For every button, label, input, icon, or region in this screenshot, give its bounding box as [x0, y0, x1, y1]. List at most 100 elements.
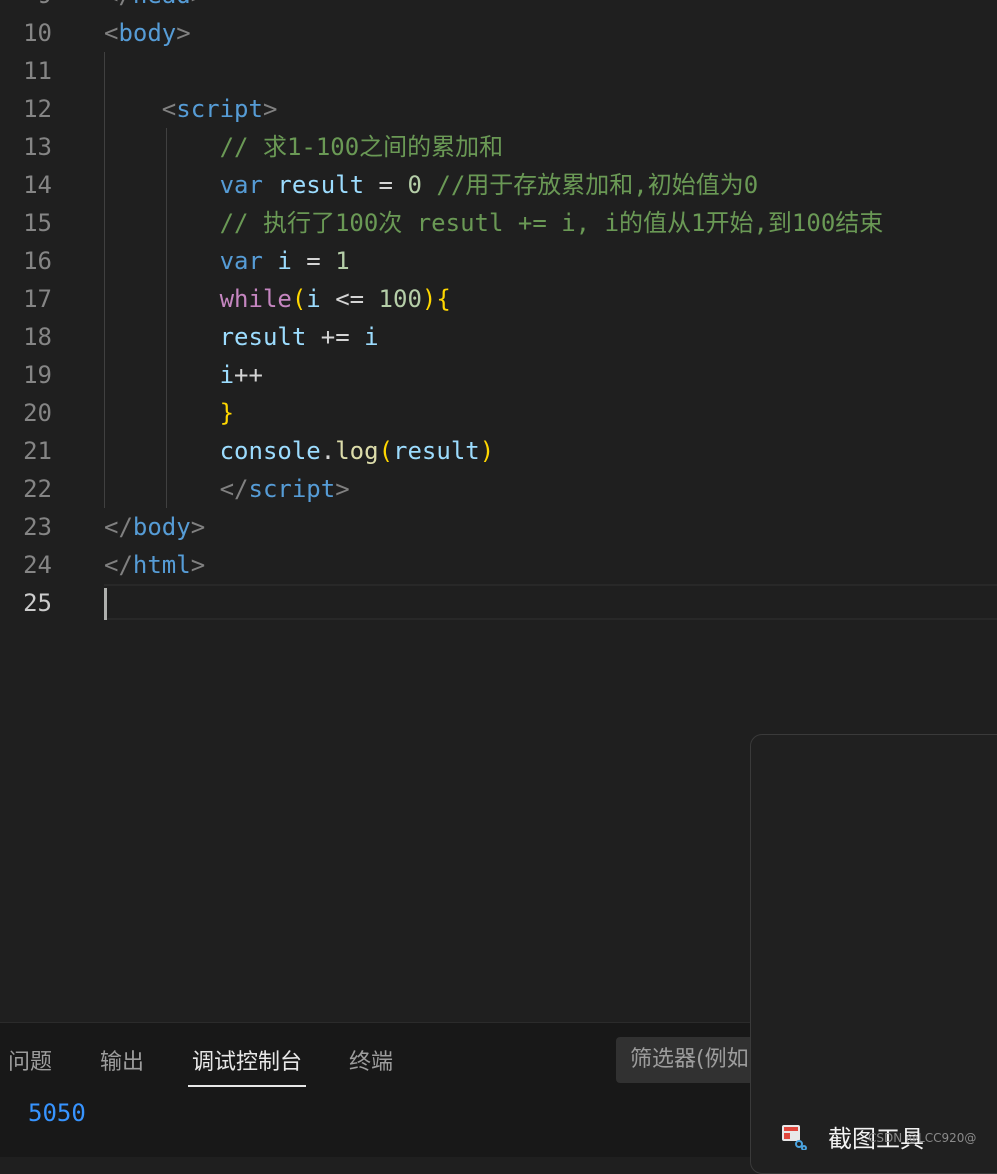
- tab-problems[interactable]: 问题: [8, 1045, 52, 1085]
- code-line[interactable]: 16 var i = 1: [0, 242, 997, 280]
- code-line[interactable]: 22 </script>: [0, 470, 997, 508]
- code-token: ): [421, 285, 437, 313]
- code-token: >: [176, 19, 191, 47]
- line-number: 11: [23, 57, 52, 85]
- code-token: =: [364, 171, 408, 199]
- code-text: </html>: [104, 546, 205, 584]
- line-number: 20: [23, 399, 52, 427]
- code-text: var i = 1: [104, 242, 350, 280]
- code-token: ): [479, 437, 495, 465]
- code-text: // 求1-100之间的累加和: [104, 128, 504, 166]
- code-token: >: [190, 513, 206, 541]
- code-line[interactable]: 20 }: [0, 394, 997, 432]
- snipping-tool-popup[interactable]: [750, 734, 997, 1174]
- code-token: i: [306, 285, 321, 313]
- code-line[interactable]: 10 <body>: [0, 14, 997, 52]
- code-line[interactable]: 13 // 求1-100之间的累加和: [0, 128, 997, 166]
- code-line[interactable]: 23 </body>: [0, 508, 997, 546]
- tab-debug-console[interactable]: 调试控制台: [188, 1045, 307, 1087]
- code-line[interactable]: 11: [0, 52, 997, 90]
- code-token: result: [219, 323, 307, 351]
- code-text: <script>: [104, 90, 278, 128]
- line-number: 13: [23, 133, 52, 161]
- code-line[interactable]: 9 </head>: [0, 0, 997, 14]
- code-token: html: [132, 551, 191, 579]
- line-number: 25: [23, 589, 52, 617]
- code-token: <=: [320, 285, 379, 313]
- tab-terminal[interactable]: 终端: [349, 1045, 393, 1085]
- line-number: 19: [23, 361, 52, 389]
- code-line[interactable]: 21 console.log(result): [0, 432, 997, 470]
- code-line[interactable]: 18 result += i: [0, 318, 997, 356]
- code-token: >: [335, 475, 350, 503]
- code-token: >: [190, 551, 206, 579]
- code-text: </body>: [104, 508, 205, 546]
- code-text: i++: [104, 356, 263, 394]
- code-line[interactable]: 15 // 执行了100次 resutl += i, i的值从1开始,到100结…: [0, 204, 997, 242]
- line-number: 24: [23, 551, 52, 579]
- code-token: <: [104, 19, 119, 47]
- watermark: CSDN @LCC920@: [868, 1131, 977, 1145]
- line-number: 16: [23, 247, 52, 275]
- line-number: 21: [23, 437, 52, 465]
- code-text: console.log(result): [104, 432, 495, 470]
- current-line-highlight: [104, 584, 997, 620]
- code-text: var result = 0 //用于存放累加和,初始值为0: [104, 166, 759, 204]
- snipping-tool-icon: [782, 1125, 807, 1150]
- code-token: // 求1-100之间的累加和: [219, 133, 504, 161]
- line-number: 14: [23, 171, 52, 199]
- line-number: 12: [23, 95, 52, 123]
- code-token: while: [219, 285, 292, 313]
- code-token: ++: [234, 361, 263, 389]
- code-token: body: [132, 513, 191, 541]
- text-cursor: [104, 588, 107, 620]
- code-text: </script>: [104, 470, 350, 508]
- code-token: script: [176, 95, 263, 123]
- code-token: console: [219, 437, 321, 465]
- line-number: 10: [23, 19, 52, 47]
- code-text: }: [104, 394, 234, 432]
- code-token: i: [277, 247, 292, 275]
- tab-output[interactable]: 输出: [100, 1045, 144, 1085]
- code-text: result += i: [104, 318, 379, 356]
- code-line[interactable]: 19 i++: [0, 356, 997, 394]
- code-text: <body>: [104, 14, 191, 52]
- code-line[interactable]: 12 <script>: [0, 90, 997, 128]
- code-token: </: [219, 475, 249, 503]
- code-line[interactable]: 24 </html>: [0, 546, 997, 584]
- code-token: .: [320, 437, 336, 465]
- code-text: </head>: [104, 0, 205, 14]
- code-text: while(i <= 100){: [104, 280, 451, 318]
- code-token: body: [118, 19, 177, 47]
- code-line[interactable]: 17 while(i <= 100){: [0, 280, 997, 318]
- code-token: </: [104, 0, 133, 9]
- code-token: 0: [407, 171, 422, 199]
- line-number: 23: [23, 513, 52, 541]
- code-token: 100: [378, 285, 422, 313]
- code-line[interactable]: 14 var result = 0 //用于存放累加和,初始值为0: [0, 166, 997, 204]
- code-token: >: [262, 95, 278, 123]
- code-token: </: [104, 551, 133, 579]
- code-token: head: [133, 0, 191, 9]
- code-token: (: [291, 285, 307, 313]
- line-number: 9: [0, 0, 52, 14]
- code-token: log: [335, 437, 379, 465]
- code-token: +=: [306, 323, 365, 351]
- line-number: 17: [23, 285, 52, 313]
- console-output: 5050: [28, 1099, 86, 1127]
- code-token: script: [248, 475, 336, 503]
- line-number: 18: [23, 323, 52, 351]
